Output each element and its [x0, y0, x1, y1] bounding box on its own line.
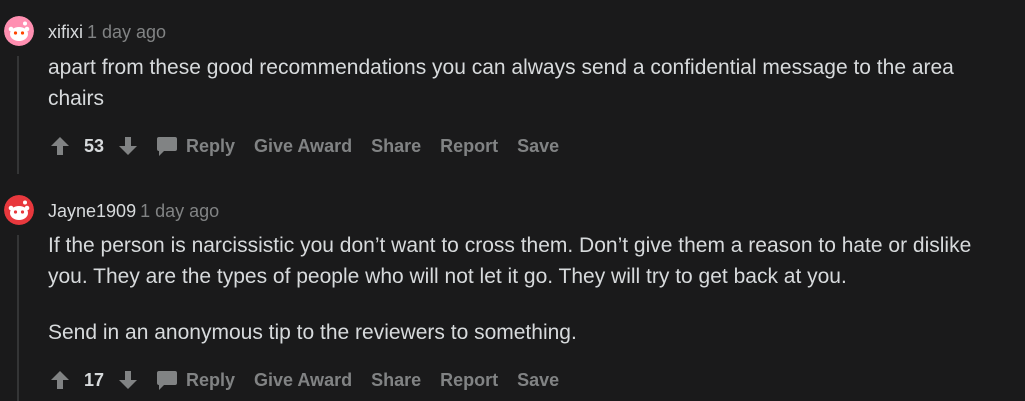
comment-meta: xifixi 1 day ago — [48, 20, 166, 44]
comment-body: apart from these good recommendations yo… — [48, 52, 1013, 114]
user-avatar[interactable] — [4, 16, 34, 46]
reply-label: Reply — [186, 369, 236, 390]
snoo-avatar-icon — [4, 16, 34, 46]
comment-paragraph: If the person is narcissistic you don’t … — [48, 234, 972, 288]
comment-timestamp[interactable]: 1 day ago — [140, 201, 219, 221]
snoo-avatar-icon — [4, 195, 34, 225]
reply-button[interactable]: Reply — [156, 369, 235, 391]
downvote-arrow-icon — [119, 137, 137, 155]
speech-bubble-icon — [157, 371, 177, 390]
speech-bubble-icon — [157, 137, 177, 156]
upvote-button[interactable] — [48, 368, 72, 392]
upvote-button[interactable] — [48, 134, 72, 158]
report-button[interactable]: Report — [440, 136, 498, 157]
share-button[interactable]: Share — [371, 136, 421, 157]
comment-actions: 17 Reply Give Award Share Report Save — [48, 365, 578, 395]
give-award-button[interactable]: Give Award — [254, 370, 352, 391]
comment-thread: xifixi 1 day ago apart from these good re… — [0, 0, 1025, 401]
comment-meta: Jayne1909 1 day ago — [48, 199, 219, 223]
upvote-arrow-icon — [51, 137, 69, 155]
thread-line[interactable] — [17, 235, 19, 401]
comment-timestamp[interactable]: 1 day ago — [87, 22, 166, 42]
thread-line[interactable] — [17, 56, 19, 174]
save-button[interactable]: Save — [517, 370, 559, 391]
comment-body: If the person is narcissistic you don’t … — [48, 230, 1013, 348]
downvote-button[interactable] — [116, 368, 140, 392]
author-name[interactable]: xifixi — [48, 22, 83, 42]
report-button[interactable]: Report — [440, 370, 498, 391]
vote-score: 53 — [84, 135, 105, 156]
reply-label: Reply — [186, 135, 236, 156]
downvote-button[interactable] — [116, 134, 140, 158]
reply-button[interactable]: Reply — [156, 135, 235, 157]
user-avatar[interactable] — [4, 195, 34, 225]
comment-paragraph: Send in an anonymous tip to the reviewer… — [48, 321, 577, 344]
save-button[interactable]: Save — [517, 136, 559, 157]
upvote-arrow-icon — [51, 371, 69, 389]
comment-paragraph: apart from these good recommendations yo… — [48, 56, 954, 110]
give-award-button[interactable]: Give Award — [254, 136, 352, 157]
share-button[interactable]: Share — [371, 370, 421, 391]
comment-actions: 53 Reply Give Award Share Report Save — [48, 131, 578, 161]
author-name[interactable]: Jayne1909 — [48, 201, 136, 221]
vote-score: 17 — [84, 369, 105, 390]
downvote-arrow-icon — [119, 371, 137, 389]
